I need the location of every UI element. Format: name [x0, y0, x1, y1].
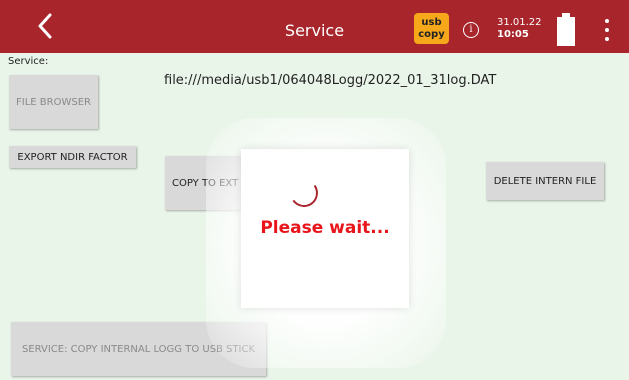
delete-intern-file-button[interactable]: DELETE INTERN FILE — [486, 162, 604, 200]
back-button[interactable] — [30, 10, 60, 42]
export-ndir-factor-button[interactable]: EXPORT NDIR FACTOR — [9, 146, 136, 168]
usb-copy-badge[interactable]: usb copy — [414, 13, 449, 44]
file-browser-button[interactable]: FILE BROWSER — [9, 75, 98, 129]
please-wait-message: Please wait... — [260, 218, 390, 238]
date-text: 31.01.22 — [497, 17, 542, 28]
usb-badge-line1: usb — [421, 16, 442, 28]
more-vert-icon[interactable] — [604, 19, 610, 41]
battery-icon — [557, 13, 575, 46]
chevron-left-icon — [38, 13, 52, 39]
date-time: 31.01.22 10:05 — [497, 17, 542, 41]
top-app-bar: Service usb copy i 31.01.22 10:05 — [0, 0, 629, 53]
info-icon[interactable]: i — [463, 22, 479, 38]
time-text: 10:05 — [497, 29, 529, 40]
usb-badge-line2: copy — [418, 28, 445, 40]
service-label: Service: — [8, 56, 49, 67]
file-path-text: file:///media/usb1/064048Logg/2022_01_31… — [164, 73, 497, 88]
